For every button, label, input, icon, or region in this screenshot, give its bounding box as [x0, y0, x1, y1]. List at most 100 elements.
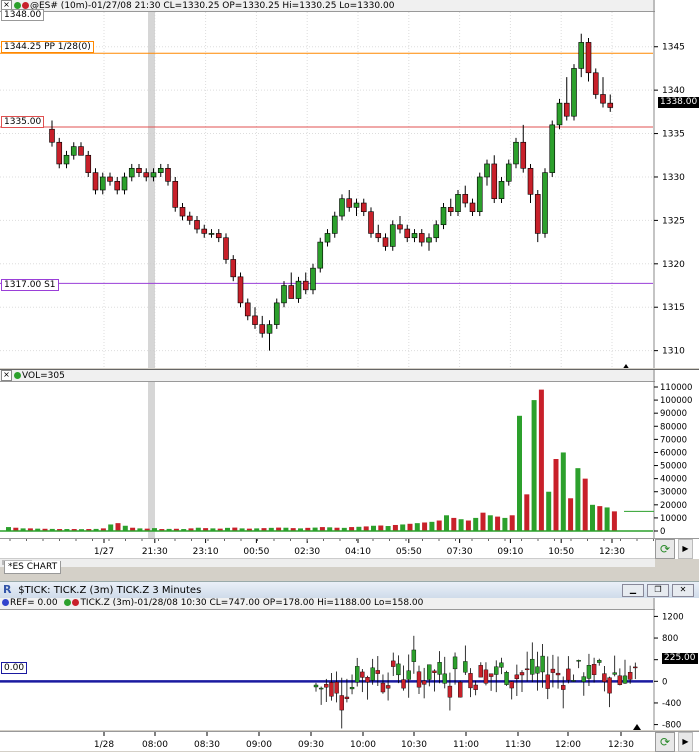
- refresh-button[interactable]: ⟳: [655, 732, 675, 752]
- price-candle-body: [49, 128, 55, 143]
- volume-bar: [392, 524, 398, 531]
- price-candle-body: [295, 280, 302, 299]
- tick-tick-label: 1200: [662, 612, 684, 622]
- scroll-right-button[interactable]: ▶: [678, 732, 693, 752]
- volume-bar: [115, 523, 121, 531]
- tick-candle-body: [586, 665, 592, 679]
- time-tick-label: 1/27: [94, 547, 114, 557]
- price-candle-body: [360, 202, 367, 213]
- tick-candle-body: [468, 673, 473, 689]
- price-tick-label: 1320: [662, 260, 685, 270]
- price-candle-body: [186, 215, 193, 221]
- price-tick-label: 1335: [662, 130, 685, 140]
- price-candle-body: [266, 324, 273, 334]
- volume-bar: [597, 506, 603, 531]
- tick-candle-body: [329, 682, 334, 697]
- volume-bar: [590, 504, 595, 531]
- tick-candle-body: [627, 672, 633, 680]
- scroll-right-button[interactable]: ▶: [678, 539, 693, 559]
- price-candle-body: [288, 285, 295, 299]
- tick-chart[interactable]: 12008004000-400-800: [0, 598, 699, 730]
- time-tick-label: 12:30: [608, 740, 634, 750]
- tick-candle-body: [633, 666, 638, 669]
- time-tick-label: 23:10: [193, 547, 219, 557]
- price-candle-body: [346, 198, 353, 208]
- price-chart[interactable]: 1345 1340 1335 1330 1325 1320 1315 1310: [0, 0, 699, 368]
- price-candle-body: [230, 259, 237, 278]
- tick-candle-body: [581, 676, 586, 682]
- time-tick-label: 09:30: [298, 740, 324, 750]
- tick-candle-body: [360, 671, 365, 678]
- volume-bar: [604, 507, 610, 531]
- time-tick-label: 09:10: [497, 547, 523, 557]
- price-candle-body: [607, 102, 614, 108]
- price-candle-body: [56, 141, 63, 165]
- volume-bar: [560, 452, 566, 531]
- tick-candle-body: [591, 664, 597, 675]
- price-tick-label: 1330: [662, 173, 685, 183]
- pivot-point-label: 1344.25 PP 1/28(0): [1, 41, 94, 53]
- price-candle-body: [157, 167, 164, 173]
- price-candle-body: [491, 163, 498, 199]
- volume-tick-label: 40000: [660, 475, 687, 485]
- tick-candle-body: [494, 666, 499, 675]
- tick-candle-body: [555, 672, 561, 676]
- time-tick-label: 11:00: [453, 740, 479, 750]
- price-candle-body: [368, 211, 374, 234]
- price-candle-body: [201, 228, 208, 234]
- volume-bar: [517, 415, 522, 531]
- price-candle-body: [165, 167, 171, 182]
- volume-bar: [582, 478, 588, 531]
- time-tick-label: 12:30: [599, 547, 625, 557]
- volume-bar: [509, 515, 515, 531]
- session-highlight: [148, 12, 155, 368]
- volume-bar: [436, 520, 442, 531]
- volume-tick-label: 50000: [660, 462, 687, 472]
- price-candle-body: [259, 324, 266, 334]
- price-candle-body: [389, 224, 396, 247]
- volume-bar: [378, 525, 384, 531]
- volume-bar: [502, 517, 508, 531]
- minimize-button[interactable]: ▁: [622, 584, 644, 597]
- price-candle-body: [121, 176, 128, 191]
- price-candle-body: [498, 181, 505, 199]
- tick-window-titlebar[interactable]: R $TICK: TICK.Z (3m) TICK.Z 3 Minutes ▁ …: [0, 581, 699, 599]
- time-tick-label: 1/28: [94, 740, 114, 750]
- time-tick-label: 11:30: [505, 740, 531, 750]
- price-candle-body: [418, 233, 425, 243]
- volume-bar: [422, 522, 428, 531]
- chart-tab[interactable]: *ES CHART: [4, 561, 62, 574]
- price-candle-body: [447, 207, 454, 213]
- volume-tick-label: 70000: [660, 435, 687, 445]
- volume-tick-label: 100000: [660, 396, 692, 406]
- price-candle-body: [252, 315, 258, 325]
- close-window-button[interactable]: ✕: [672, 584, 694, 597]
- volume-chart[interactable]: 1100001000009000080000700006000050000400…: [0, 370, 699, 538]
- tick-candle-body: [514, 674, 520, 680]
- time-tick-label: 02:30: [294, 547, 320, 557]
- tick-candle-body: [509, 681, 514, 689]
- volume-bar: [108, 524, 114, 531]
- price-candle-body: [520, 141, 527, 169]
- tick-candle-body: [504, 672, 509, 685]
- volume-bar: [451, 517, 457, 531]
- price-candle-body: [411, 233, 418, 239]
- restore-button[interactable]: ❐: [647, 584, 669, 597]
- volume-bar: [458, 519, 464, 531]
- volume-tick-label: 30000: [660, 488, 687, 498]
- volume-tick-label: 0: [660, 527, 665, 537]
- price-candle-body: [223, 237, 229, 260]
- tick-candle-body: [519, 672, 525, 676]
- horizontal-scrollbar[interactable]: [0, 558, 655, 567]
- tick-candle-body: [545, 674, 550, 689]
- tick-candle-body: [318, 687, 324, 690]
- tick-candle-body: [339, 695, 344, 711]
- price-candle-body: [107, 176, 113, 182]
- tick-candle-body: [617, 675, 623, 685]
- volume-panel: × VOL=305 110000 100000 90000 80000 70000 6000…: [0, 369, 699, 538]
- volume-tick-label: 90000: [660, 409, 687, 419]
- volume-bar: [480, 512, 486, 531]
- price-candle-body: [194, 220, 200, 230]
- refresh-button[interactable]: ⟳: [655, 539, 675, 559]
- tick-candle-body: [355, 666, 360, 683]
